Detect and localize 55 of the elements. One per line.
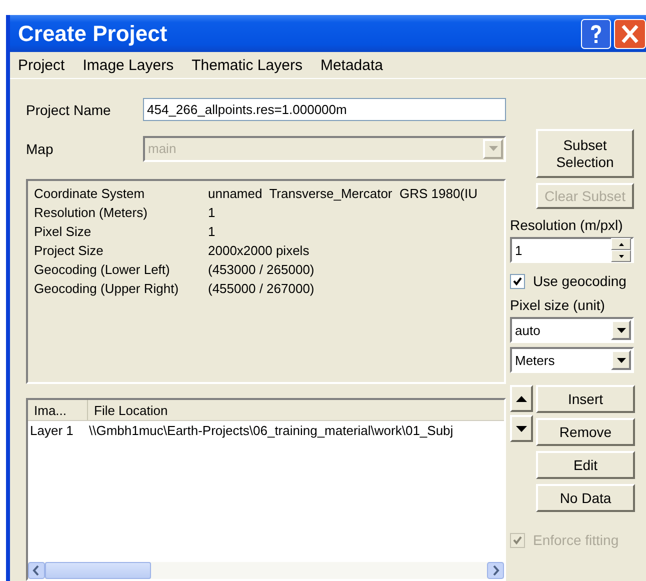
move-down-button[interactable] bbox=[510, 415, 533, 442]
move-up-button[interactable] bbox=[510, 385, 533, 412]
info-label: Project Size bbox=[34, 243, 104, 258]
caret-icon bbox=[616, 358, 626, 362]
checkbox[interactable] bbox=[510, 274, 525, 288]
column-header[interactable]: File Location bbox=[88, 400, 504, 420]
triangle-up-icon bbox=[516, 396, 527, 402]
triangle-down-icon bbox=[516, 426, 527, 432]
info-label: Coordinate System bbox=[34, 186, 146, 201]
info-label: Geocoding (Upper Right) bbox=[34, 281, 180, 296]
caret-icon bbox=[488, 146, 498, 151]
info-value: 2000x2000 pixels bbox=[208, 243, 310, 258]
help-icon[interactable] bbox=[581, 18, 611, 48]
layer-button[interactable]: Edit bbox=[536, 451, 635, 479]
caret-icon bbox=[616, 328, 626, 332]
layer-name: Layer 1 bbox=[29, 423, 74, 438]
field-label: Project Name bbox=[26, 102, 112, 118]
layer-row[interactable]: Layer 1 \\Gmbh1muc\Earth-Projects\06_training_material\work\01_Subj bbox=[28, 421, 504, 440]
scroll-right-icon[interactable] bbox=[487, 562, 504, 579]
scroll-left-icon[interactable] bbox=[28, 562, 45, 579]
info-value: unnamed Transverse_Mercator GRS 1980(IU bbox=[208, 186, 478, 201]
file-path: \\Gmbh1muc\Earth-Projects\06_training_material\work\01_Subj bbox=[88, 423, 454, 438]
menu-item[interactable]: Thematic Layers bbox=[192, 56, 302, 74]
info-label: Geocoding (Lower Left) bbox=[34, 262, 171, 277]
info-label: Pixel Size bbox=[34, 224, 92, 239]
column-header[interactable]: Ima... bbox=[28, 400, 88, 420]
check-icon bbox=[513, 536, 522, 544]
layer-button[interactable]: No Data bbox=[536, 484, 635, 512]
layer-button[interactable]: Remove bbox=[536, 418, 635, 446]
window-title: Create Project bbox=[17, 20, 168, 46]
pixel-size-dropdown[interactable]: Meters bbox=[510, 347, 634, 373]
pixel-size-label: Pixel size (unit) bbox=[510, 297, 606, 313]
project-name-field[interactable]: 454_266_allpoints.res=1.000000m bbox=[143, 98, 506, 121]
close-icon[interactable] bbox=[614, 18, 646, 48]
scroll-thumb[interactable] bbox=[45, 562, 151, 579]
info-label: Resolution (Meters) bbox=[34, 205, 148, 220]
caret-up-icon bbox=[618, 242, 624, 246]
menu-item[interactable]: Project bbox=[18, 56, 65, 74]
pixel-size-dropdown[interactable]: auto bbox=[510, 317, 634, 343]
horizontal-scrollbar[interactable] bbox=[28, 562, 504, 579]
check-icon bbox=[513, 276, 522, 286]
info-value: (455000 / 267000) bbox=[208, 281, 314, 296]
caret-down-icon bbox=[618, 254, 624, 258]
menu-item[interactable]: Metadata bbox=[320, 56, 383, 74]
info-value: 1 bbox=[208, 224, 216, 239]
layer-button[interactable]: Insert bbox=[536, 385, 635, 413]
subset-selection-button[interactable]: Subset Selection bbox=[536, 129, 634, 178]
info-value: 1 bbox=[208, 205, 216, 220]
checkbox-label: Use geocoding bbox=[533, 273, 626, 289]
info-value: (453000 / 265000) bbox=[208, 262, 314, 277]
menu-item[interactable]: Image Layers bbox=[82, 56, 174, 74]
resolution-label: Resolution (m/pxl) bbox=[510, 217, 624, 233]
checkbox-label: Enforce fitting bbox=[533, 532, 619, 548]
resolution-spinner[interactable]: 1 bbox=[510, 237, 634, 263]
field-label: Map bbox=[26, 140, 54, 156]
